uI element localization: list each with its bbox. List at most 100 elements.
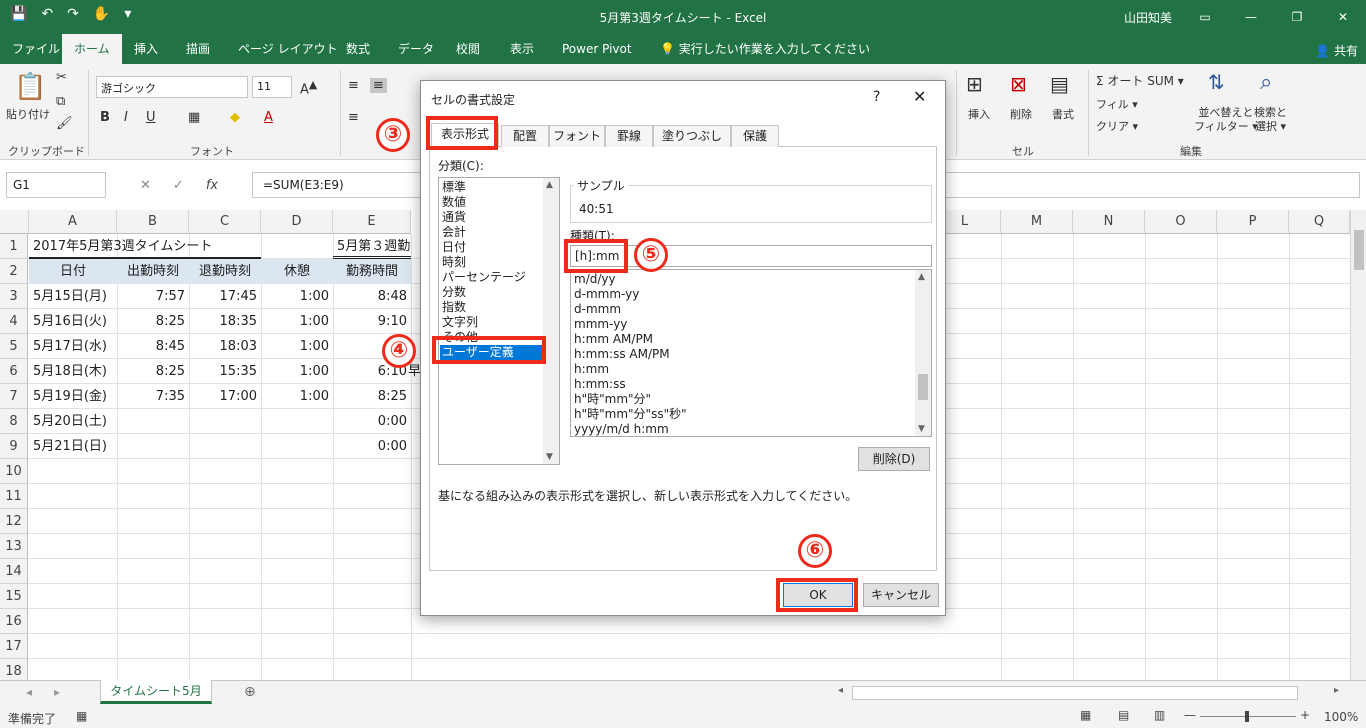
row-header[interactable]: 6 <box>0 359 28 384</box>
ribbon-display-icon[interactable]: ▭ <box>1182 0 1228 34</box>
page-layout-view-icon[interactable]: ▤ <box>1118 708 1129 722</box>
row-header[interactable]: 16 <box>0 609 28 634</box>
paste-icon[interactable]: 📋 <box>14 72 46 102</box>
list-item[interactable]: 時刻 <box>442 255 466 270</box>
font-name-combo[interactable]: 游ゴシック <box>96 76 248 98</box>
user-name[interactable]: 山田知美 <box>1124 9 1172 26</box>
tab-view[interactable]: 表示 <box>504 34 540 64</box>
list-item[interactable]: 分数 <box>442 285 466 300</box>
zoom-in-icon[interactable]: + <box>1300 708 1310 722</box>
hours-cell[interactable]: 0:00 <box>333 434 411 459</box>
format-painter-icon[interactable]: 🖌 <box>56 116 73 131</box>
row-header[interactable]: 3 <box>0 284 28 309</box>
column-header[interactable]: M <box>1001 210 1073 234</box>
cut-icon[interactable]: ✂ <box>56 70 67 85</box>
insert-cells-button[interactable]: 挿入 <box>968 106 990 122</box>
break-cell[interactable]: 1:00 <box>261 284 333 309</box>
find-select-icon[interactable]: ⌕ <box>1260 70 1272 95</box>
column-header[interactable]: A <box>29 210 117 234</box>
list-item[interactable]: h:mm:ss AM/PM <box>574 347 670 362</box>
list-item[interactable]: 通貨 <box>442 210 466 225</box>
row-header[interactable]: 4 <box>0 309 28 334</box>
column-header[interactable]: N <box>1073 210 1145 234</box>
zoom-slider-thumb[interactable] <box>1245 711 1249 722</box>
zoom-out-icon[interactable]: — <box>1184 708 1196 722</box>
list-item[interactable]: 日付 <box>442 240 466 255</box>
end-time-cell[interactable]: 17:00 <box>189 384 261 409</box>
row-header[interactable]: 5 <box>0 334 28 359</box>
column-header[interactable]: Q <box>1289 210 1350 234</box>
header-cell[interactable]: 出勤時刻 <box>117 259 189 284</box>
fill-button[interactable]: フィル ▾ <box>1096 96 1138 112</box>
column-header[interactable]: D <box>261 210 333 234</box>
list-item[interactable]: h:mm:ss <box>574 377 626 392</box>
tab-protection[interactable]: 保護 <box>731 125 779 147</box>
hscroll-right-icon[interactable]: ▸ <box>1334 685 1339 696</box>
row-header[interactable]: 1 <box>0 234 28 259</box>
hours-cell[interactable]: 0:00 <box>333 409 411 434</box>
break-cell[interactable]: 1:00 <box>261 359 333 384</box>
page-break-view-icon[interactable]: ▥ <box>1154 708 1165 722</box>
insert-function-icon[interactable]: fx <box>206 178 218 193</box>
hscroll-left-icon[interactable]: ◂ <box>838 685 843 696</box>
bold-button[interactable]: B <box>100 110 110 125</box>
date-cell[interactable]: 5月17日(水) <box>29 334 117 359</box>
prev-sheet-icon[interactable]: ◂ <box>26 685 32 699</box>
font-color-button[interactable]: A <box>264 110 273 125</box>
column-header[interactable]: E <box>333 210 411 234</box>
align-middle-icon[interactable]: ≡ <box>370 78 387 93</box>
delete-cells-icon[interactable]: ⊠ <box>1010 72 1027 96</box>
date-cell[interactable]: 5月21日(日) <box>29 434 117 459</box>
list-item[interactable]: パーセンテージ <box>442 270 526 285</box>
select-all-corner[interactable] <box>0 210 29 234</box>
tab-draw[interactable]: 描画 <box>180 34 216 64</box>
end-time-cell[interactable]: 18:35 <box>189 309 261 334</box>
row-header[interactable]: 14 <box>0 559 28 584</box>
horizontal-scrollbar[interactable] <box>852 686 1298 700</box>
category-scrollbar[interactable]: ▲ ▼ <box>543 178 559 464</box>
align-left-icon[interactable]: ≡ <box>348 110 359 125</box>
break-cell[interactable]: 1:00 <box>261 309 333 334</box>
sheet-title-cell[interactable]: 2017年5月第3週タイムシート <box>29 234 261 259</box>
list-item[interactable]: h:mm AM/PM <box>574 332 653 347</box>
break-cell[interactable]: 1:00 <box>261 334 333 359</box>
align-top-icon[interactable]: ≡ <box>348 78 359 93</box>
hours-cell[interactable]: 8:48 <box>333 284 411 309</box>
tab-home[interactable]: ホーム <box>62 34 122 64</box>
start-time-cell[interactable]: 8:25 <box>117 359 189 384</box>
hours-cell[interactable]: 9:10 <box>333 309 411 334</box>
list-item[interactable]: 標準 <box>442 180 466 195</box>
fill-color-icon[interactable]: ◆ <box>230 110 240 125</box>
start-time-cell[interactable]: 7:57 <box>117 284 189 309</box>
autosum-button[interactable]: Σ オート SUM ▾ <box>1096 72 1184 89</box>
row-header[interactable]: 17 <box>0 634 28 659</box>
format-cells-button[interactable]: 書式 <box>1052 106 1074 122</box>
cancel-button[interactable]: キャンセル <box>863 583 939 607</box>
insert-cells-icon[interactable]: ⊞ <box>966 72 983 96</box>
new-sheet-icon[interactable]: ⊕ <box>244 684 256 700</box>
row-header[interactable]: 11 <box>0 484 28 509</box>
next-sheet-icon[interactable]: ▸ <box>54 685 60 699</box>
list-item[interactable]: m/d/yy <box>574 272 616 287</box>
list-item[interactable]: h:mm <box>574 362 609 377</box>
format-type-list[interactable]: m/d/yy d-mmm-yy d-mmm mmm-yy h:mm AM/PM … <box>570 269 932 437</box>
font-size-combo[interactable]: 11 <box>252 76 292 98</box>
tell-me-search[interactable]: 💡 実行したい作業を入力してください <box>654 34 876 64</box>
macro-record-icon[interactable]: ▦ <box>76 709 87 723</box>
tab-insert[interactable]: 挿入 <box>128 34 164 64</box>
column-header[interactable]: B <box>117 210 189 234</box>
italic-button[interactable]: I <box>124 110 128 125</box>
borders-icon[interactable]: ▦ <box>188 110 200 125</box>
delete-cells-button[interactable]: 削除 <box>1010 106 1032 122</box>
list-item[interactable]: yyyy/m/d h:mm <box>574 422 669 436</box>
date-cell[interactable]: 5月15日(月) <box>29 284 117 309</box>
clear-button[interactable]: クリア ▾ <box>1096 118 1138 134</box>
tab-alignment[interactable]: 配置 <box>501 125 549 147</box>
tab-formulas[interactable]: 数式 <box>340 34 376 64</box>
share-button[interactable]: 👤 共有 <box>1315 42 1358 59</box>
tab-data[interactable]: データ <box>392 34 440 64</box>
format-scrollbar[interactable]: ▲ ▼ <box>915 270 931 436</box>
break-cell[interactable]: 1:00 <box>261 384 333 409</box>
column-header[interactable]: C <box>189 210 261 234</box>
header-cell[interactable]: 退勤時刻 <box>189 259 261 284</box>
